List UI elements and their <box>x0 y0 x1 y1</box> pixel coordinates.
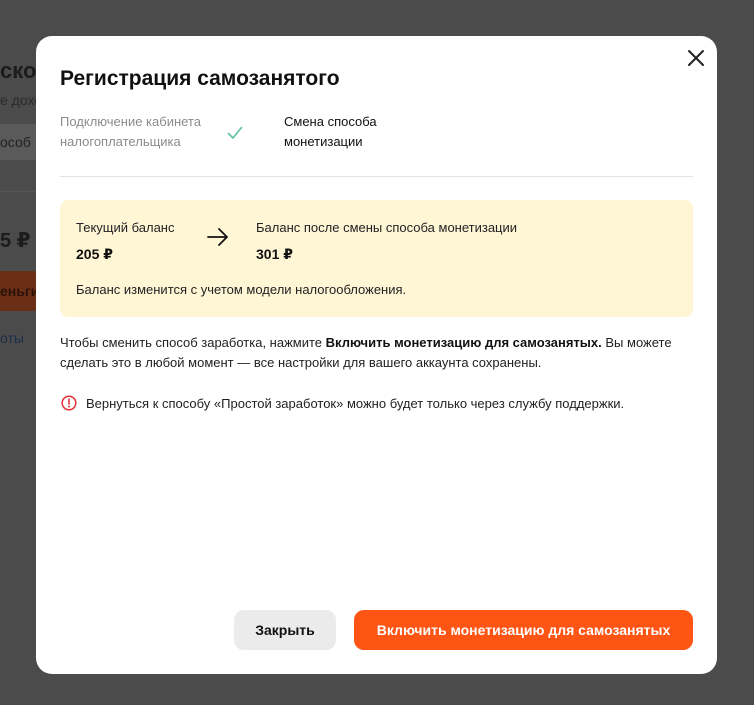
background-link: оты <box>0 330 24 346</box>
check-icon <box>227 126 243 139</box>
steps-indicator: Подключение кабинета налогоплательщика С… <box>60 112 693 177</box>
arrow-right-icon <box>207 228 228 246</box>
info-text: Чтобы сменить способ заработка, нажмите … <box>60 333 690 373</box>
current-balance-value: 205 ₽ <box>76 246 113 262</box>
close-button[interactable]: Закрыть <box>234 610 336 650</box>
after-balance-value: 301 ₽ <box>256 246 293 262</box>
background-balance: 5 ₽ <box>0 230 31 252</box>
after-balance-label: Баланс после смены способа монетизации <box>256 220 518 235</box>
close-icon[interactable] <box>685 47 707 69</box>
background-button: еньги <box>0 271 40 311</box>
background-chip: особ <box>0 124 40 160</box>
warning-text: Вернуться к способу «Простой заработок» … <box>86 396 625 411</box>
info-text-prefix: Чтобы сменить способ заработка, нажмите <box>60 335 326 350</box>
info-text-bold: Включить монетизацию для самозанятых. <box>325 335 602 350</box>
warning-icon <box>61 395 77 411</box>
background-divider <box>0 191 40 192</box>
modal-title: Регистрация самозанятого <box>60 67 340 90</box>
balance-panel: Текущий баланс 205 ₽ Баланс после смены … <box>60 200 693 317</box>
current-balance-label: Текущий баланс <box>76 220 175 235</box>
enable-monetization-button[interactable]: Включить монетизацию для самозанятых <box>354 610 693 650</box>
step-connect-cabinet: Подключение кабинета налогоплательщика <box>60 114 201 149</box>
step-change-monetization: Смена способа монетизации <box>284 114 377 149</box>
registration-modal: Регистрация самозанятого Подключение каб… <box>36 36 717 674</box>
balance-note: Баланс изменится с учетом модели налогоо… <box>76 282 407 297</box>
